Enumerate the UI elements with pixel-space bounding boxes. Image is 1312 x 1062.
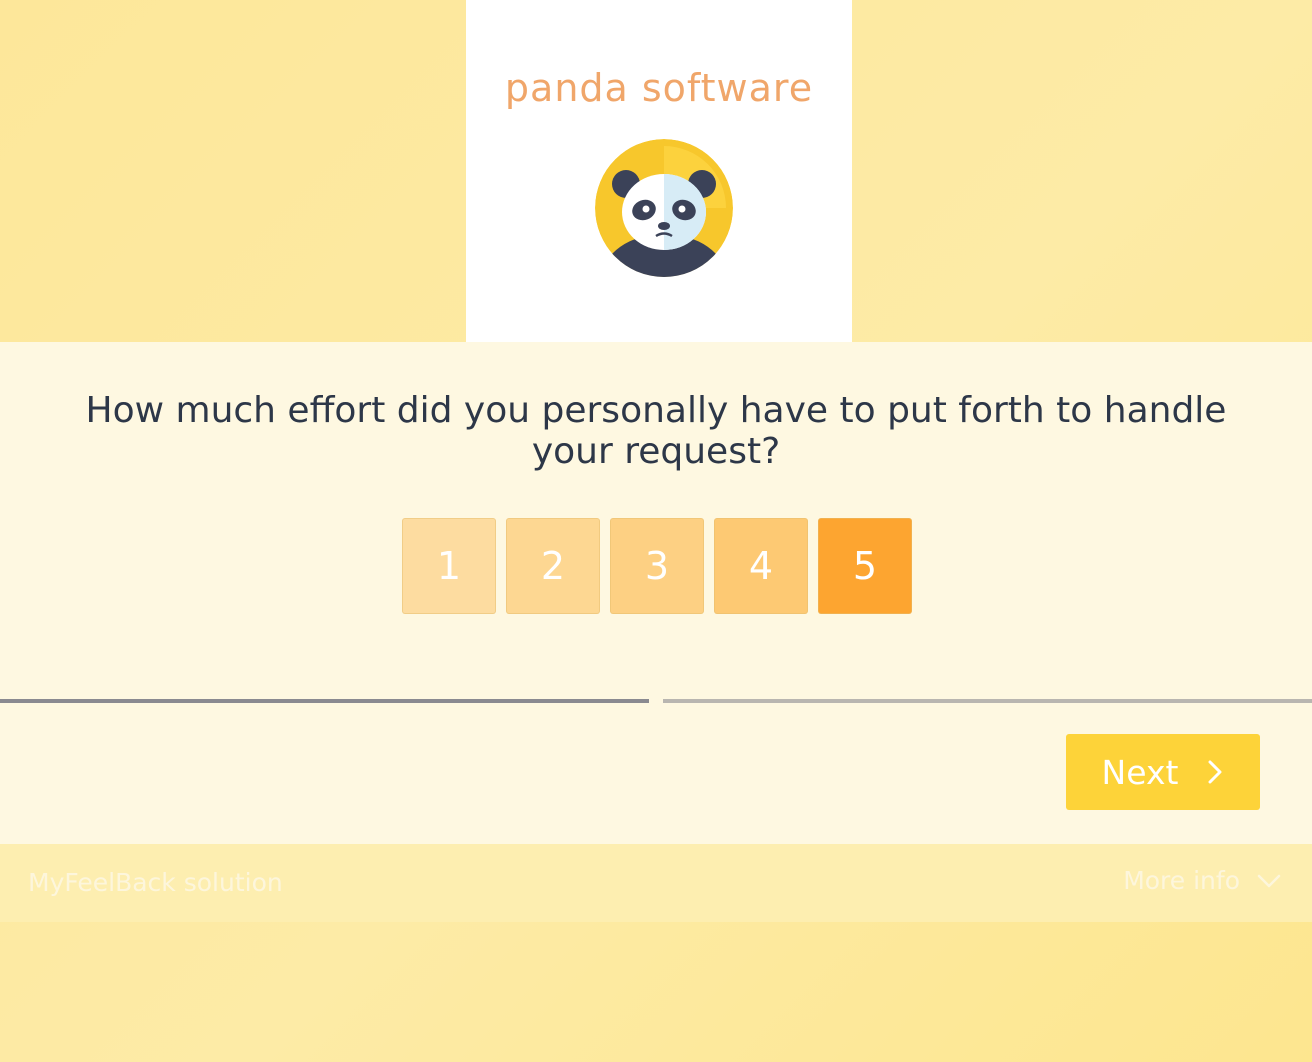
footer-bar: MyFeelBack solution More info (0, 844, 1312, 922)
progress-remaining (663, 699, 1312, 703)
more-info-toggle[interactable]: More info (1123, 866, 1282, 895)
panda-icon (595, 139, 733, 277)
next-button-label: Next (1101, 752, 1179, 792)
progress-bar (0, 699, 1312, 705)
chevron-right-icon (1208, 760, 1222, 784)
rating-scale: 12345 (402, 518, 912, 614)
question-text: How much effort did you personally have … (85, 390, 1227, 472)
chevron-down-icon (1257, 874, 1281, 887)
progress-filled (0, 699, 649, 703)
rating-option-5[interactable]: 5 (818, 518, 912, 614)
rating-option-3[interactable]: 3 (610, 518, 704, 614)
next-button[interactable]: Next (1066, 734, 1260, 810)
survey-page: panda software How much effort did you p… (0, 0, 1312, 1062)
rating-option-2[interactable]: 2 (506, 518, 600, 614)
brand-name: panda software (504, 66, 814, 110)
question-panel: How much effort did you personally have … (0, 342, 1312, 844)
rating-option-4[interactable]: 4 (714, 518, 808, 614)
logo-card: panda software (466, 0, 852, 342)
rating-option-1[interactable]: 1 (402, 518, 496, 614)
more-info-label: More info (1123, 866, 1240, 895)
footer-credit: MyFeelBack solution (28, 868, 283, 897)
